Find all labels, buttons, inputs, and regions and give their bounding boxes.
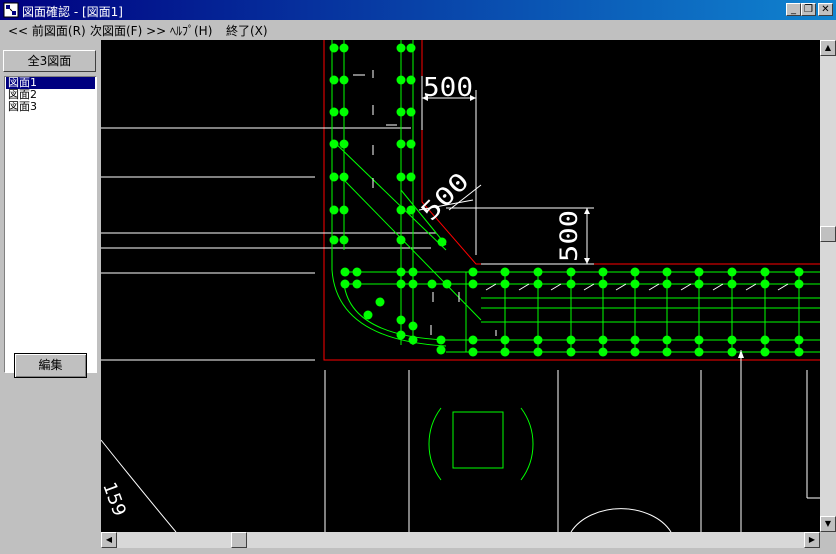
horizontal-scroll-thumb[interactable] [231,532,247,548]
window-title: 図面確認 - [図面1] [22,5,123,19]
menu-bar: << 前図面(R) 次図面(F) >> ﾍﾙﾌﾟ(H) 終了(X) [0,20,836,39]
cad-drawing: 500 500 500 159 [101,40,820,532]
minimize-button[interactable]: _ [786,3,801,16]
arrow-up-icon: ▲ [824,43,832,52]
scroll-down-button[interactable]: ▼ [820,516,836,532]
leader-lines [101,127,436,361]
arrow-left-icon: ◀ [105,535,113,544]
close-button[interactable]: ✕ [818,3,833,16]
restore-icon: ❐ [804,4,813,15]
scroll-right-button[interactable]: ▶ [804,532,820,548]
all-sheets-button[interactable]: 全3図面 [3,50,96,72]
dimension-right: 500 [555,210,583,262]
title-bar: 図面確認 - [図面1] _ ❐ ✕ [0,0,836,20]
menu-help[interactable]: ﾍﾙﾌﾟ(H) [170,22,212,39]
menu-exit[interactable]: 終了(X) [226,22,268,39]
restore-button[interactable]: ❐ [801,3,816,16]
dimension-lines [418,76,742,532]
sheet-item-3[interactable]: 図面3 [6,101,95,113]
scroll-up-button[interactable]: ▲ [820,40,836,56]
left-panel: 全3図面 図面1 図面2 図面3 編集 [0,40,101,554]
horizontal-scrollbar[interactable]: ◀ ▶ [101,532,820,548]
edit-button[interactable]: 編集 [14,353,87,378]
vertical-scroll-thumb[interactable] [820,226,836,242]
sheet-list[interactable]: 図面1 図面2 図面3 [4,76,97,373]
menu-prev-sheet[interactable]: << 前図面(R) [8,22,86,39]
app-icon [3,2,19,18]
column-symbol [428,407,534,481]
rebar-vertical [331,40,414,345]
arrow-right-icon: ▶ [808,535,816,544]
minimize-icon: _ [791,4,796,15]
close-icon: ✕ [821,4,830,15]
label-bottom-left: 159 [101,480,130,519]
outline-inner [421,40,820,265]
dimension-top: 500 [423,73,473,103]
scroll-left-button[interactable]: ◀ [101,532,117,548]
arrow-down-icon: ▼ [824,519,832,528]
outline-outer [323,40,820,361]
lower-lines [324,370,820,532]
drawing-canvas[interactable]: 500 500 500 159 [101,40,820,532]
dimension-arrows [422,95,744,358]
bottom-arcs [101,439,672,532]
vertical-scrollbar[interactable]: ▲ ▼ [820,40,836,532]
scroll-corner [820,532,836,548]
menu-next-sheet[interactable]: 次図面(F) >> [90,22,166,39]
